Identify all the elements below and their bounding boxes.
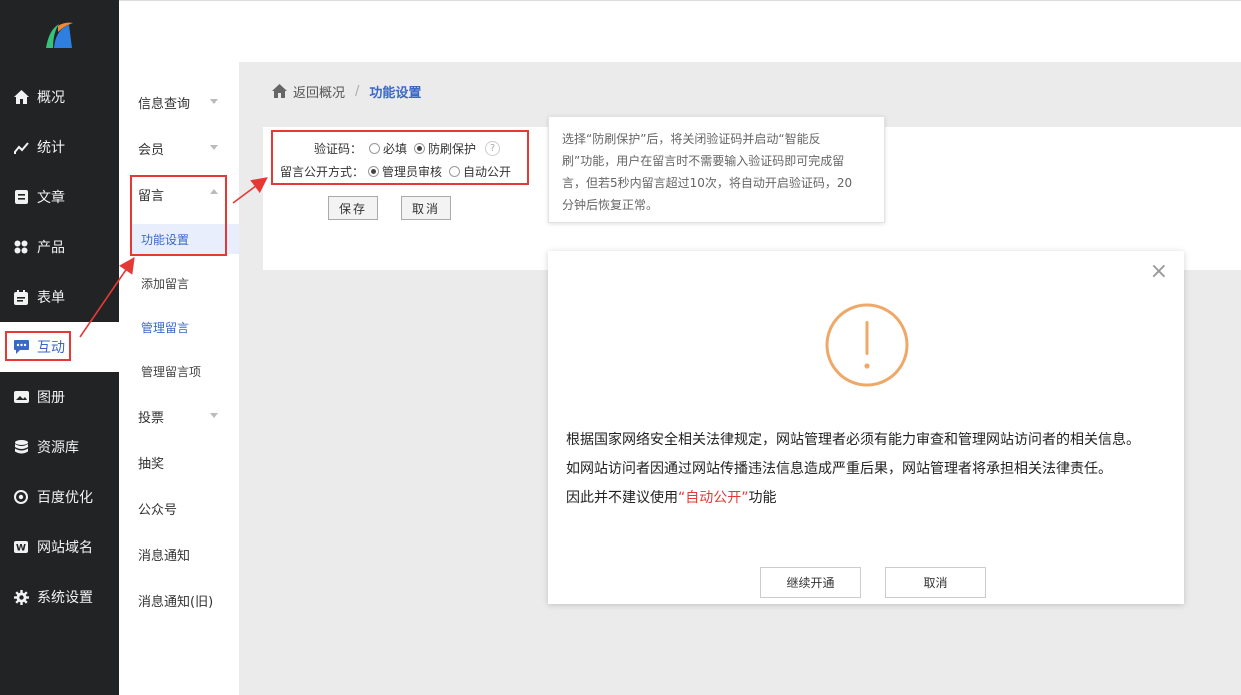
highlight-box-form-options — [271, 130, 529, 185]
submenu-info-query[interactable]: 信息查询 — [119, 79, 239, 125]
breadcrumb: 返回概况 / 功能设置 — [272, 80, 421, 102]
submenu-child-label: 管理留言项 — [141, 364, 202, 379]
home-icon — [13, 89, 29, 105]
tooltip-line: 刷”功能，用户在留言时不需要输入验证码即可完成留 — [562, 154, 845, 168]
submenu-label: 抽奖 — [138, 456, 165, 472]
form-icon — [13, 289, 29, 305]
dialog-highlight-text: “自动公开” — [678, 490, 749, 506]
submenu-label: 投票 — [138, 410, 165, 426]
submenu-child-label: 管理留言 — [141, 320, 190, 335]
nav-item-product[interactable]: 产品 — [0, 222, 119, 272]
nav-item-label: 概况 — [37, 90, 65, 106]
warning-icon — [825, 303, 909, 387]
caret-down-icon — [210, 413, 218, 418]
nav-item-label: 网站域名 — [37, 540, 93, 556]
domain-icon: W — [13, 539, 29, 555]
database-icon — [13, 439, 29, 455]
submenu-add-message[interactable]: 添加留言 — [119, 268, 239, 298]
nav-item-label: 统计 — [37, 140, 65, 156]
nav-item-settings[interactable]: 系统设置 — [0, 572, 119, 622]
nav-item-stats[interactable]: 统计 — [0, 122, 119, 172]
nav-item-label: 产品 — [37, 240, 65, 256]
logo-icon — [45, 22, 73, 48]
save-button[interactable]: 保存 — [328, 196, 378, 220]
nav-item-label: 表单 — [37, 290, 65, 306]
submenu-notifications-old[interactable]: 消息通知(旧) — [119, 577, 239, 623]
highlight-box-message-menu — [130, 175, 227, 256]
gear-icon — [13, 589, 29, 605]
dialog-text: 功能 — [748, 490, 777, 506]
submenu-official-account[interactable]: 公众号 — [119, 485, 239, 531]
submenu-label: 消息通知(旧) — [138, 594, 214, 610]
tooltip-line: 分钟后恢复正常。 — [562, 198, 659, 212]
nav-item-gallery[interactable]: 图册 — [0, 372, 119, 422]
submenu-label: 公众号 — [138, 502, 178, 518]
nav-item-seo[interactable]: 百度优化 — [0, 472, 119, 522]
submenu-vote[interactable]: 投票 — [119, 393, 239, 439]
submenu-manage-message-items[interactable]: 管理留言项 — [119, 356, 239, 386]
article-icon — [13, 189, 29, 205]
dialog-line-3: 因此并不建议使用“自动公开”功能 — [566, 484, 1140, 513]
nav-item-label: 资源库 — [37, 440, 79, 456]
nav-item-form[interactable]: 表单 — [0, 272, 119, 322]
nav-item-label: 文章 — [37, 190, 65, 206]
dialog-text: 因此并不建议使用 — [566, 490, 678, 506]
nav-item-overview[interactable]: 概况 — [0, 72, 119, 122]
nav-item-label: 百度优化 — [37, 490, 93, 506]
close-icon[interactable]: × — [1150, 259, 1168, 284]
top-bar — [119, 0, 1241, 62]
dialog-message: 根据国家网络安全相关法律规定，网站管理者必须有能力审查和管理网站访问者的相关信息… — [566, 426, 1140, 513]
submenu-label: 信息查询 — [138, 96, 191, 112]
submenu-label: 会员 — [138, 142, 165, 158]
nav-item-resources[interactable]: 资源库 — [0, 422, 119, 472]
continue-button[interactable]: 继续开通 — [760, 567, 861, 598]
tooltip-line: 选择“防刷保护”后，将关闭验证码并启动“智能反 — [562, 132, 821, 146]
caret-down-icon — [210, 99, 218, 104]
dialog-line: 如网站访问者因通过网站传播违法信息造成严重后果，网站管理者将承担相关法律责任。 — [566, 461, 1112, 477]
submenu-label: 消息通知 — [138, 548, 191, 564]
nav-item-label: 系统设置 — [37, 590, 93, 606]
warning-dialog: × 根据国家网络安全相关法律规定，网站管理者必须有能力审查和管理网站访问者的相关… — [548, 251, 1184, 604]
caret-down-icon — [210, 145, 218, 150]
breadcrumb-separator: / — [355, 83, 360, 99]
svg-text:W: W — [16, 544, 26, 554]
highlight-box-interaction — [5, 331, 71, 361]
seo-icon — [13, 489, 29, 505]
nav-item-label: 图册 — [37, 390, 65, 406]
cancel-button[interactable]: 取消 — [401, 196, 451, 220]
dialog-cancel-button[interactable]: 取消 — [885, 567, 986, 598]
nav-item-article[interactable]: 文章 — [0, 172, 119, 222]
dialog-line: 根据国家网络安全相关法律规定，网站管理者必须有能力审查和管理网站访问者的相关信息… — [566, 432, 1140, 448]
submenu-lottery[interactable]: 抽奖 — [119, 439, 239, 485]
help-tooltip: 选择“防刷保护”后，将关闭验证码并启动“智能反 刷”功能，用户在留言时不需要输入… — [548, 116, 885, 223]
nav-item-domain[interactable]: W 网站域名 — [0, 522, 119, 572]
breadcrumb-current: 功能设置 — [369, 85, 422, 101]
gallery-icon — [13, 389, 29, 405]
tooltip-line: 言，但若5秒内留言超过10次，将自动开启验证码，20 — [562, 176, 853, 190]
submenu-member[interactable]: 会员 — [119, 125, 239, 171]
product-icon — [13, 239, 29, 255]
breadcrumb-back-link[interactable]: 返回概况 — [293, 82, 345, 101]
submenu-notifications[interactable]: 消息通知 — [119, 531, 239, 577]
submenu-child-label: 添加留言 — [141, 276, 190, 291]
home-icon — [272, 84, 287, 98]
submenu-manage-messages[interactable]: 管理留言 — [119, 312, 239, 342]
app-logo[interactable] — [0, 0, 119, 72]
stats-icon — [13, 139, 29, 155]
sub-menu: 信息查询 会员 留言 功能设置 添加留言 管理留言 管理留言项 投票 抽奖 公众… — [119, 62, 239, 695]
